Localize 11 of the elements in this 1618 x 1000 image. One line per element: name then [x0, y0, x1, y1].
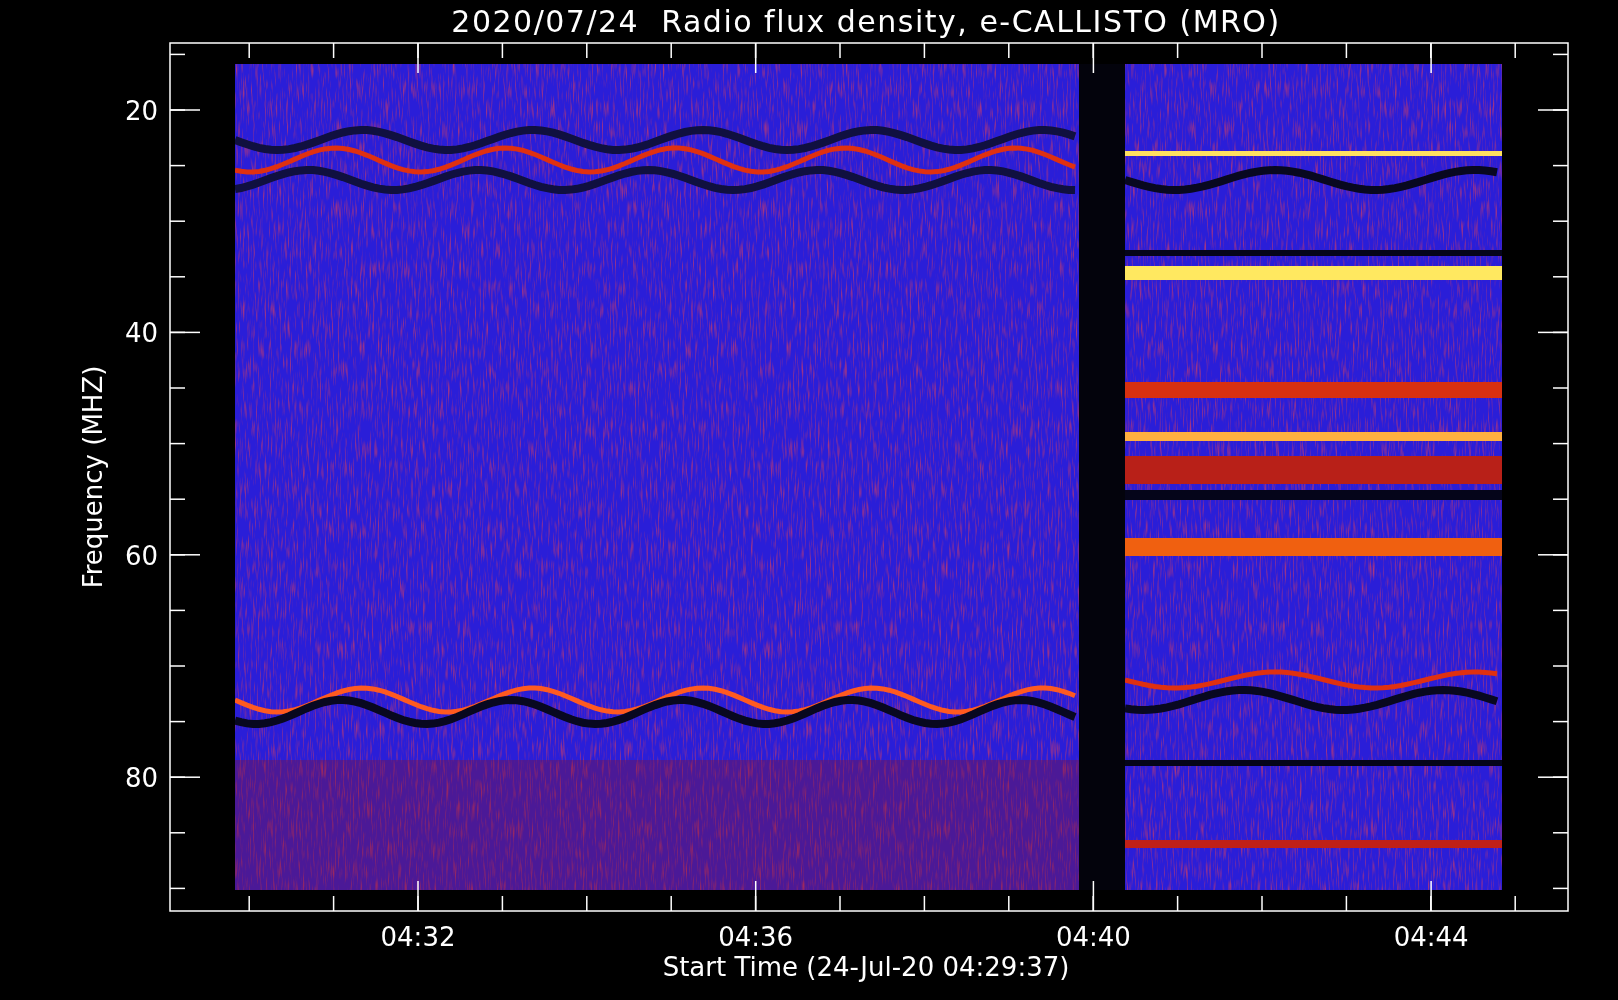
y-axis-label: Frequency (MHZ)	[78, 365, 108, 589]
tick-label: 04:32	[380, 922, 456, 952]
tick-label: 60	[124, 540, 158, 571]
tick-label: 04:44	[1393, 922, 1469, 952]
x-axis-label: Start Time (24-Jul-20 04:29:37)	[662, 952, 1070, 982]
tick-label: 20	[124, 96, 158, 126]
plot-title: 2020/07/24 Radio flux density, e-CALLISTO (MRO)	[451, 4, 1281, 39]
tick-label: 40	[124, 318, 158, 349]
tick-label: 80	[124, 763, 158, 794]
tick-label: 04:36	[718, 922, 794, 952]
tick-label: 04:40	[1055, 922, 1131, 952]
